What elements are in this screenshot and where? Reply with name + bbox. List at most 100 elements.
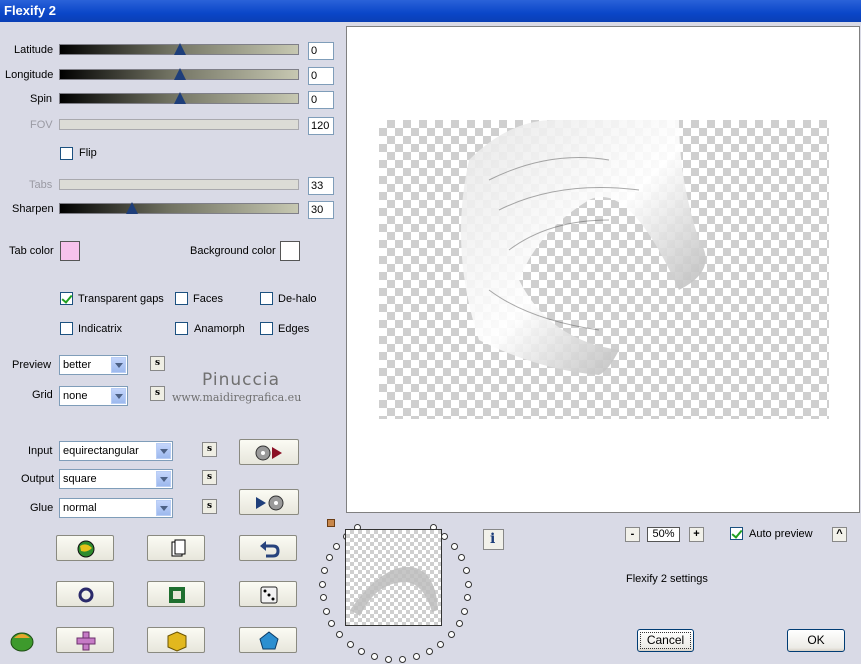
latitude-value-field[interactable]: 0: [308, 42, 334, 60]
dial-dot[interactable]: [328, 619, 336, 627]
grid-label: Grid: [32, 389, 53, 401]
faces-checkbox[interactable]: [175, 292, 188, 305]
info-button[interactable]: i: [483, 529, 504, 550]
preview-image: [461, 120, 706, 375]
tabs-slider: [59, 179, 299, 190]
dial-dot[interactable]: [464, 594, 472, 602]
longitude-slider[interactable]: [59, 68, 299, 80]
tab-color-swatch[interactable]: [60, 241, 80, 261]
preview-canvas[interactable]: [379, 120, 829, 419]
globe-icon: [77, 540, 95, 558]
de-halo-label: De-halo: [278, 293, 317, 305]
anamorph-label: Anamorph: [194, 323, 245, 335]
dial-dot[interactable]: [346, 640, 354, 648]
thumbnail-preview[interactable]: [345, 529, 442, 626]
dial-dot[interactable]: [464, 580, 472, 588]
dial-dot[interactable]: [321, 567, 329, 575]
tabs-value-field[interactable]: 33: [308, 177, 334, 195]
gem-logo-icon: [8, 626, 36, 654]
longitude-value-field[interactable]: 0: [308, 67, 334, 85]
dial-dot[interactable]: [322, 607, 330, 615]
edges-checkbox[interactable]: [260, 322, 273, 335]
dial-dot[interactable]: [441, 532, 449, 540]
grid-select[interactable]: none: [59, 386, 128, 406]
zoom-in-button[interactable]: +: [689, 527, 704, 542]
dial-dot[interactable]: [447, 631, 455, 639]
dial-dot[interactable]: [455, 619, 463, 627]
auto-preview-checkbox[interactable]: [730, 527, 743, 540]
dial-dot[interactable]: [319, 580, 327, 588]
zoom-out-button[interactable]: -: [625, 527, 640, 542]
grid-s-button[interactable]: s: [150, 386, 165, 401]
dial-dot[interactable]: [326, 554, 334, 562]
sharpen-slider-thumb[interactable]: [126, 202, 138, 214]
transparent-gaps-checkbox[interactable]: [60, 292, 73, 305]
dial-dot[interactable]: [398, 655, 406, 663]
chevron-down-icon[interactable]: [156, 500, 171, 516]
input-select[interactable]: equirectangular: [59, 441, 173, 461]
sharpen-label: Sharpen: [12, 203, 54, 215]
square-button[interactable]: [147, 581, 205, 607]
spin-slider[interactable]: [59, 92, 299, 104]
longitude-slider-thumb[interactable]: [174, 68, 186, 80]
preview-quality-select[interactable]: better: [59, 355, 128, 375]
glue-value: normal: [63, 502, 97, 514]
ring-button[interactable]: [56, 581, 114, 607]
glue-select[interactable]: normal: [59, 498, 173, 518]
collapse-button[interactable]: ^: [832, 527, 847, 542]
sharpen-slider[interactable]: [59, 202, 299, 214]
thumbnail-image: [350, 566, 438, 616]
randomize-globe-button[interactable]: [56, 535, 114, 561]
cube-button[interactable]: [147, 627, 205, 653]
dial-dot[interactable]: [425, 647, 433, 655]
indicatrix-label: Indicatrix: [78, 323, 123, 335]
output-s-button[interactable]: s: [202, 470, 217, 485]
dial-dot[interactable]: [385, 655, 392, 663]
chevron-down-icon[interactable]: [156, 471, 171, 487]
plus-shape-button[interactable]: [56, 627, 114, 653]
fov-value-field[interactable]: 120: [308, 117, 334, 135]
spin-slider-thumb[interactable]: [174, 92, 186, 104]
de-halo-checkbox[interactable]: [260, 292, 273, 305]
preview-quality-s-button[interactable]: s: [150, 356, 165, 371]
dial-dot[interactable]: [457, 554, 465, 562]
cancel-button[interactable]: Cancel: [637, 629, 694, 652]
dial-dot[interactable]: [358, 647, 366, 655]
load-input-map-button[interactable]: [239, 439, 299, 465]
info-icon: i: [490, 531, 496, 547]
flip-checkbox[interactable]: [60, 147, 73, 160]
dial-dot[interactable]: [461, 607, 469, 615]
dial-dot[interactable]: [333, 542, 341, 550]
load-output-map-button[interactable]: [239, 489, 299, 515]
main-preview[interactable]: [346, 26, 860, 513]
dial-dot[interactable]: [336, 631, 344, 639]
output-select[interactable]: square: [59, 469, 173, 489]
indicatrix-checkbox[interactable]: [60, 322, 73, 335]
auto-preview-label: Auto preview: [749, 528, 813, 540]
background-color-swatch[interactable]: [280, 241, 300, 261]
ok-button[interactable]: OK: [787, 629, 845, 652]
chevron-down-icon[interactable]: [111, 388, 126, 404]
input-s-button[interactable]: s: [202, 442, 217, 457]
latitude-slider-thumb[interactable]: [174, 43, 186, 55]
dial-dot[interactable]: [462, 567, 470, 575]
random-dice-button[interactable]: [239, 581, 297, 607]
pentagon-button[interactable]: [239, 627, 297, 653]
dial-dot[interactable]: [319, 594, 327, 602]
sharpen-value-field[interactable]: 30: [308, 201, 334, 219]
glue-s-button[interactable]: s: [202, 499, 217, 514]
copy-button[interactable]: [147, 535, 205, 561]
latitude-slider[interactable]: [59, 43, 299, 55]
anamorph-checkbox[interactable]: [175, 322, 188, 335]
spin-value-field[interactable]: 0: [308, 91, 334, 109]
chevron-down-icon[interactable]: [111, 357, 126, 373]
window-title: Flexify 2: [4, 3, 57, 18]
dial-dot[interactable]: [437, 640, 445, 648]
dial-dot[interactable]: [371, 653, 379, 661]
dial-dot[interactable]: [450, 542, 458, 550]
chevron-down-icon[interactable]: [156, 443, 171, 459]
copy-pages-icon: [171, 539, 186, 557]
undo-button[interactable]: [239, 535, 297, 561]
dial-dot[interactable]: [412, 653, 420, 661]
preview-quality-label: Preview: [12, 359, 52, 371]
